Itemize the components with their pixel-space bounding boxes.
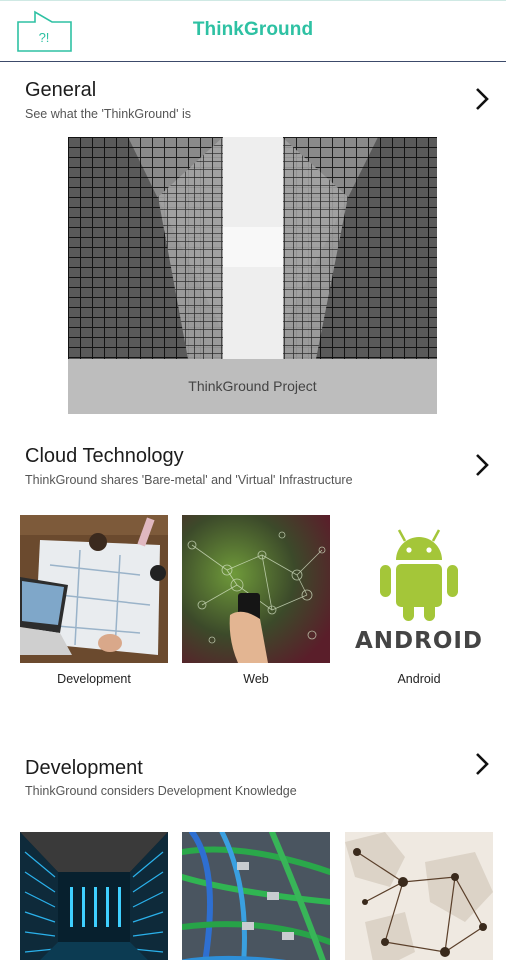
section-title-development: Development xyxy=(25,757,143,779)
server-room-image xyxy=(20,832,168,960)
android-logo-icon: ANDROID xyxy=(345,515,493,663)
development-image xyxy=(20,515,168,663)
hero-image-buildings xyxy=(68,137,437,359)
section-title-cloud-technology: Cloud Technology xyxy=(25,445,184,467)
card-label: Android xyxy=(397,672,441,686)
map-network-image xyxy=(345,832,493,960)
section-title-general: General xyxy=(25,79,97,101)
hero-caption: ThinkGround Project xyxy=(68,359,437,414)
web-image xyxy=(182,515,330,663)
app-title: ThinkGround xyxy=(192,19,314,40)
section-subtitle-cloud-technology: ThinkGround shares 'Bare-metal' and 'Vir… xyxy=(25,473,353,487)
card-label: Web xyxy=(243,672,269,686)
hero-card-general[interactable]: ThinkGround Project xyxy=(68,137,437,414)
card-label: Development xyxy=(57,672,131,686)
android-wordmark: ANDROID xyxy=(355,628,483,654)
section-subtitle-general: See what the 'ThinkGround' is xyxy=(25,107,191,121)
chevron-right-icon[interactable] xyxy=(472,452,492,478)
app-header: ?! ThinkGround xyxy=(0,0,506,62)
chevron-right-icon[interactable] xyxy=(472,86,492,112)
chevron-right-icon[interactable] xyxy=(472,751,492,777)
section-subtitle-development: ThinkGround considers Development Knowle… xyxy=(25,784,297,798)
network-cables-image xyxy=(182,832,330,960)
